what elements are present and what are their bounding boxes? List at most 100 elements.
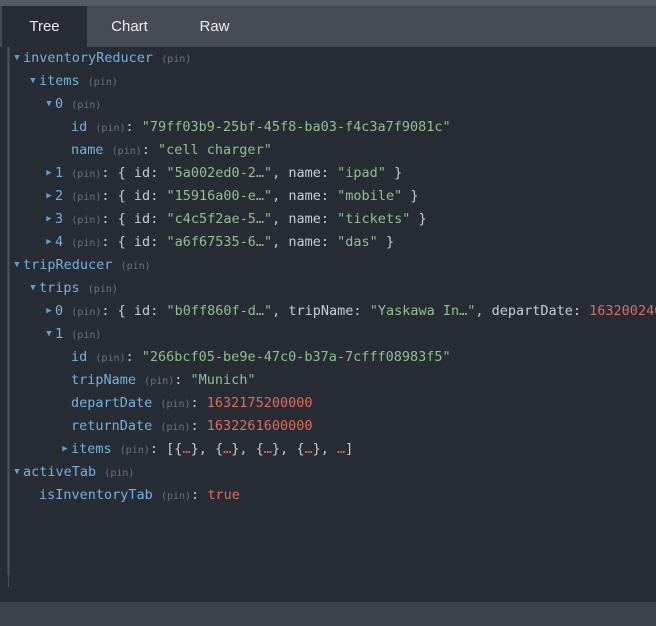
caret-right-icon[interactable] — [60, 438, 70, 461]
tree-row-body: 0 (pin) — [55, 93, 101, 117]
tree-node-key: departDate — [71, 395, 153, 411]
tree-row[interactable]: returnDate (pin): 1632261600000 — [0, 415, 656, 438]
caret-down-icon[interactable] — [28, 277, 38, 300]
pin-toggle[interactable]: (pin) — [144, 376, 174, 387]
preview-token-punct: : — [353, 303, 370, 319]
preview-token-punct: , — [272, 188, 289, 204]
pin-toggle[interactable]: (pin) — [71, 238, 101, 249]
tree-row[interactable]: activeTab (pin) — [0, 461, 656, 484]
tree-row[interactable]: 0 (pin) — [0, 93, 656, 116]
tree-row[interactable]: 3 (pin): { id: "c4c5f2ae-5…", name: "tic… — [0, 208, 656, 231]
pin-toggle[interactable]: (pin) — [71, 100, 101, 111]
tree-row-body: id (pin): "79ff03b9-25bf-45f8-ba03-f4c3a… — [71, 116, 451, 140]
tab-tree[interactable]: Tree — [2, 6, 87, 47]
caret-down-icon[interactable] — [12, 47, 22, 70]
tree-row[interactable]: id (pin): "266bcf05-be9e-47c0-b37a-7cfff… — [0, 346, 656, 369]
tree-node-key: inventoryReducer — [23, 50, 154, 66]
tree-row[interactable]: inventoryReducer (pin) — [0, 47, 656, 70]
tree-node-key: trips — [39, 280, 80, 296]
preview-token-punct: { — [214, 441, 224, 457]
tree-row[interactable]: 1 (pin) — [0, 323, 656, 346]
preview-token-punct: : — [150, 234, 167, 250]
preview-token-num: … — [263, 441, 272, 457]
tree-row[interactable]: tripName (pin): "Munich" — [0, 369, 656, 392]
key-value-separator: : — [101, 188, 118, 204]
preview-token-punct: { — [255, 441, 264, 457]
tree-row[interactable]: trips (pin) — [0, 277, 656, 300]
tree-row[interactable]: items (pin): [{…}, {…}, {…}, {…}, …] — [0, 438, 656, 461]
tree-node-value: "79ff03b9-25bf-45f8-ba03-f4c3a7f9081c" — [141, 119, 451, 135]
tree-node-key: 1 — [55, 165, 64, 181]
tree-row[interactable]: 4 (pin): { id: "a6f67535-6…", name: "das… — [0, 231, 656, 254]
preview-token-punct: , — [272, 211, 289, 227]
caret-right-icon[interactable] — [44, 300, 54, 323]
preview-token-str: "ipad" — [337, 165, 386, 181]
preview-token-pkey: id — [133, 211, 151, 227]
tree-row[interactable]: 2 (pin): { id: "15916a00-e…", name: "mob… — [0, 185, 656, 208]
caret-right-icon[interactable] — [44, 185, 54, 208]
preview-token-pkey: id — [133, 165, 151, 181]
key-value-separator: : — [190, 395, 207, 411]
tree-row[interactable]: 0 (pin): { id: "b0ff860f-d…", tripName: … — [0, 300, 656, 323]
preview-token-punct: : — [320, 165, 338, 181]
tree-row-body: isInventoryTab (pin): true — [39, 484, 240, 508]
pin-toggle[interactable]: (pin) — [95, 123, 125, 134]
pin-toggle[interactable]: (pin) — [161, 491, 191, 502]
tab-chart[interactable]: Chart — [87, 6, 172, 47]
caret-down-icon[interactable] — [12, 254, 22, 277]
caret-right-icon[interactable] — [44, 231, 54, 254]
preview-token-punct: { — [117, 211, 134, 227]
caret-down-icon[interactable] — [44, 323, 54, 346]
key-value-separator: : — [101, 165, 118, 181]
tree-row[interactable]: id (pin): "79ff03b9-25bf-45f8-ba03-f4c3a… — [0, 116, 656, 139]
tree-node-key: id — [71, 349, 88, 365]
preview-token-punct: : — [150, 188, 167, 204]
value-preview: { id: "a6f67535-6…", name: "das" } — [118, 234, 394, 250]
pin-toggle[interactable]: (pin) — [104, 468, 134, 479]
state-tree[interactable]: inventoryReducer (pin)items (pin)0 (pin)… — [0, 47, 656, 602]
tree-row-body: returnDate (pin): 1632261600000 — [71, 415, 312, 439]
tree-node-key: 0 — [55, 303, 64, 319]
preview-token-punct: ] — [345, 441, 354, 457]
caret-right-icon[interactable] — [44, 208, 54, 231]
preview-token-str: "a6f67535-6…" — [166, 234, 273, 250]
tree-node-key: returnDate — [71, 418, 153, 434]
tree-node-key: 1 — [55, 326, 64, 342]
tree-row[interactable]: tripReducer (pin) — [0, 254, 656, 277]
caret-down-icon[interactable] — [28, 70, 38, 93]
pin-toggle[interactable]: (pin) — [71, 192, 101, 203]
pin-toggle[interactable]: (pin) — [160, 399, 190, 410]
pin-toggle[interactable]: (pin) — [160, 422, 190, 433]
caret-right-icon[interactable] — [44, 162, 54, 185]
pin-toggle[interactable]: (pin) — [88, 284, 118, 295]
pin-toggle[interactable]: (pin) — [71, 307, 101, 318]
tab-raw[interactable]: Raw — [172, 6, 257, 47]
tree-row-body: 0 (pin): { id: "b0ff860f-d…", tripName: … — [55, 300, 656, 324]
pin-toggle[interactable]: (pin) — [161, 54, 191, 65]
tree-row[interactable]: items (pin) — [0, 70, 656, 93]
tree-row[interactable]: isInventoryTab (pin): true — [0, 484, 656, 507]
tree-row[interactable]: departDate (pin): 1632175200000 — [0, 392, 656, 415]
preview-token-punct: , — [272, 165, 289, 181]
pin-toggle[interactable]: (pin) — [121, 261, 151, 272]
tree-row[interactable]: 1 (pin): { id: "5a002ed0-2…", name: "ipa… — [0, 162, 656, 185]
preview-token-str: "15916a00-e…" — [166, 188, 273, 204]
pin-toggle[interactable]: (pin) — [71, 169, 101, 180]
tree-row[interactable]: name (pin): "cell charger" — [0, 139, 656, 162]
pin-toggle[interactable]: (pin) — [112, 146, 142, 157]
preview-token-punct: } — [385, 165, 403, 181]
pin-toggle[interactable]: (pin) — [71, 330, 101, 341]
preview-token-num: … — [182, 441, 191, 457]
caret-down-icon[interactable] — [44, 93, 54, 116]
pin-toggle[interactable]: (pin) — [71, 215, 101, 226]
caret-down-icon[interactable] — [12, 461, 22, 484]
pin-toggle[interactable]: (pin) — [95, 353, 125, 364]
preview-token-pkey: name — [288, 165, 321, 181]
key-value-separator: : — [101, 303, 118, 319]
key-value-separator: : — [191, 487, 208, 503]
pin-toggle[interactable]: (pin) — [88, 77, 118, 88]
preview-token-punct: } — [377, 234, 395, 250]
pin-toggle[interactable]: (pin) — [120, 445, 150, 456]
preview-token-pkey: id — [133, 303, 151, 319]
tree-row-body: departDate (pin): 1632175200000 — [71, 392, 312, 416]
